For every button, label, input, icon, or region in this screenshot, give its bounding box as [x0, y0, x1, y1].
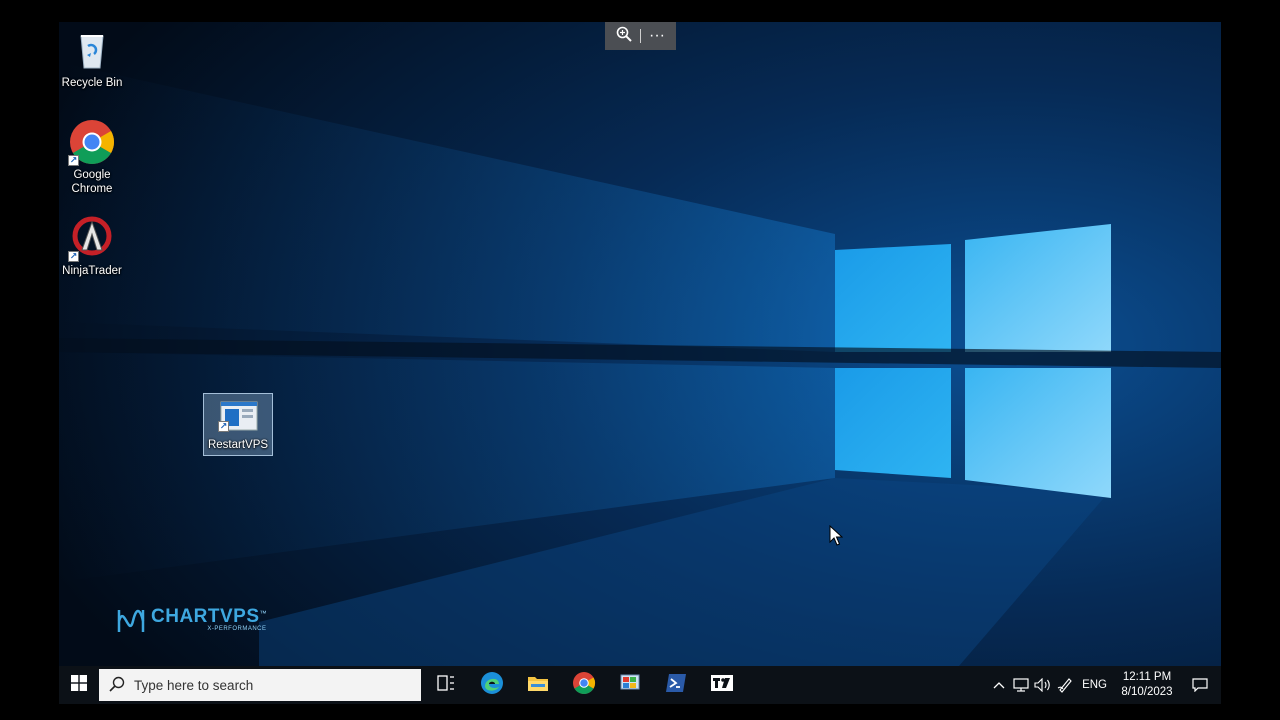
remote-desktop-screen: ··· Recycle Bin ↗ Google Chrome ↗ NinjaT… — [59, 22, 1221, 704]
tradingview-icon — [711, 674, 733, 696]
desktop-icon-label: RestartVPS — [207, 439, 269, 451]
task-view-button[interactable] — [423, 666, 469, 704]
search-icon — [109, 676, 125, 695]
taskbar-app-powershell[interactable] — [653, 666, 699, 704]
desktop-icon-google-chrome[interactable]: ↗ Google Chrome — [59, 118, 127, 196]
chevron-up-icon[interactable] — [988, 681, 1010, 689]
pen-icon[interactable] — [1054, 677, 1076, 693]
input-language[interactable]: ENG — [1076, 679, 1115, 691]
desktop-icon-label: Google Chrome — [71, 169, 113, 195]
desktop-icon-label: NinjaTrader — [62, 265, 122, 277]
folder-icon — [527, 674, 549, 697]
restartvps-icon: ↗ — [218, 400, 258, 436]
volume-icon[interactable] — [1032, 678, 1054, 692]
chartvps-watermark: CHARTVPS™ X-PERFORMANCE — [115, 606, 267, 641]
taskbar: Type here to search ENG 12:11 PM 8/10/20… — [59, 666, 1221, 704]
desktop-icon-ninjatrader[interactable]: ↗ NinjaTrader — [59, 214, 127, 278]
taskbar-app-edge[interactable] — [469, 666, 515, 704]
desktop-wallpaper — [59, 22, 1221, 666]
shortcut-arrow-icon: ↗ — [68, 155, 79, 166]
shortcut-arrow-icon: ↗ — [68, 251, 79, 262]
powershell-icon — [665, 673, 687, 698]
taskbar-app-chrome[interactable] — [561, 666, 607, 704]
start-button[interactable] — [59, 666, 99, 704]
system-tray: ENG 12:11 PM 8/10/2023 — [988, 666, 1221, 704]
chrome-icon — [572, 671, 596, 700]
taskbar-app-file-explorer[interactable] — [515, 666, 561, 704]
recycle-bin-icon — [68, 26, 116, 74]
shortcut-arrow-icon: ↗ — [218, 421, 229, 432]
zoom-icon[interactable] — [616, 26, 632, 47]
clock[interactable]: 12:11 PM 8/10/2023 — [1115, 670, 1179, 700]
brand-trademark: ™ — [259, 610, 267, 618]
taskbar-search-box[interactable]: Type here to search — [99, 669, 421, 701]
action-center-icon[interactable] — [1179, 678, 1221, 692]
brand-name: CHARTVPS — [151, 606, 260, 627]
desktop-icon-restartvps[interactable]: ↗ RestartVPS — [203, 393, 273, 456]
clock-time: 12:11 PM — [1122, 671, 1172, 683]
task-view-icon — [437, 674, 455, 696]
windows-logo-icon — [71, 674, 87, 696]
taskbar-app-tradingview[interactable] — [699, 666, 745, 704]
bar-separator — [640, 29, 641, 43]
chartvps-logo-icon — [115, 606, 147, 641]
desktop-icon-label: Recycle Bin — [61, 77, 123, 89]
ninjatrader-icon: ↗ — [68, 214, 116, 262]
clock-date: 8/10/2023 — [1121, 686, 1173, 698]
taskbar-app-control-panel[interactable] — [607, 666, 653, 704]
edge-icon — [480, 671, 504, 700]
chrome-icon: ↗ — [68, 118, 116, 166]
more-options-button[interactable]: ··· — [649, 27, 665, 45]
network-icon[interactable] — [1010, 678, 1032, 692]
search-placeholder: Type here to search — [134, 677, 254, 693]
remote-connection-bar: ··· — [605, 22, 676, 50]
control-panel-icon — [619, 672, 641, 699]
desktop-icon-recycle-bin[interactable]: Recycle Bin — [59, 26, 127, 90]
mouse-cursor-icon — [829, 524, 844, 552]
